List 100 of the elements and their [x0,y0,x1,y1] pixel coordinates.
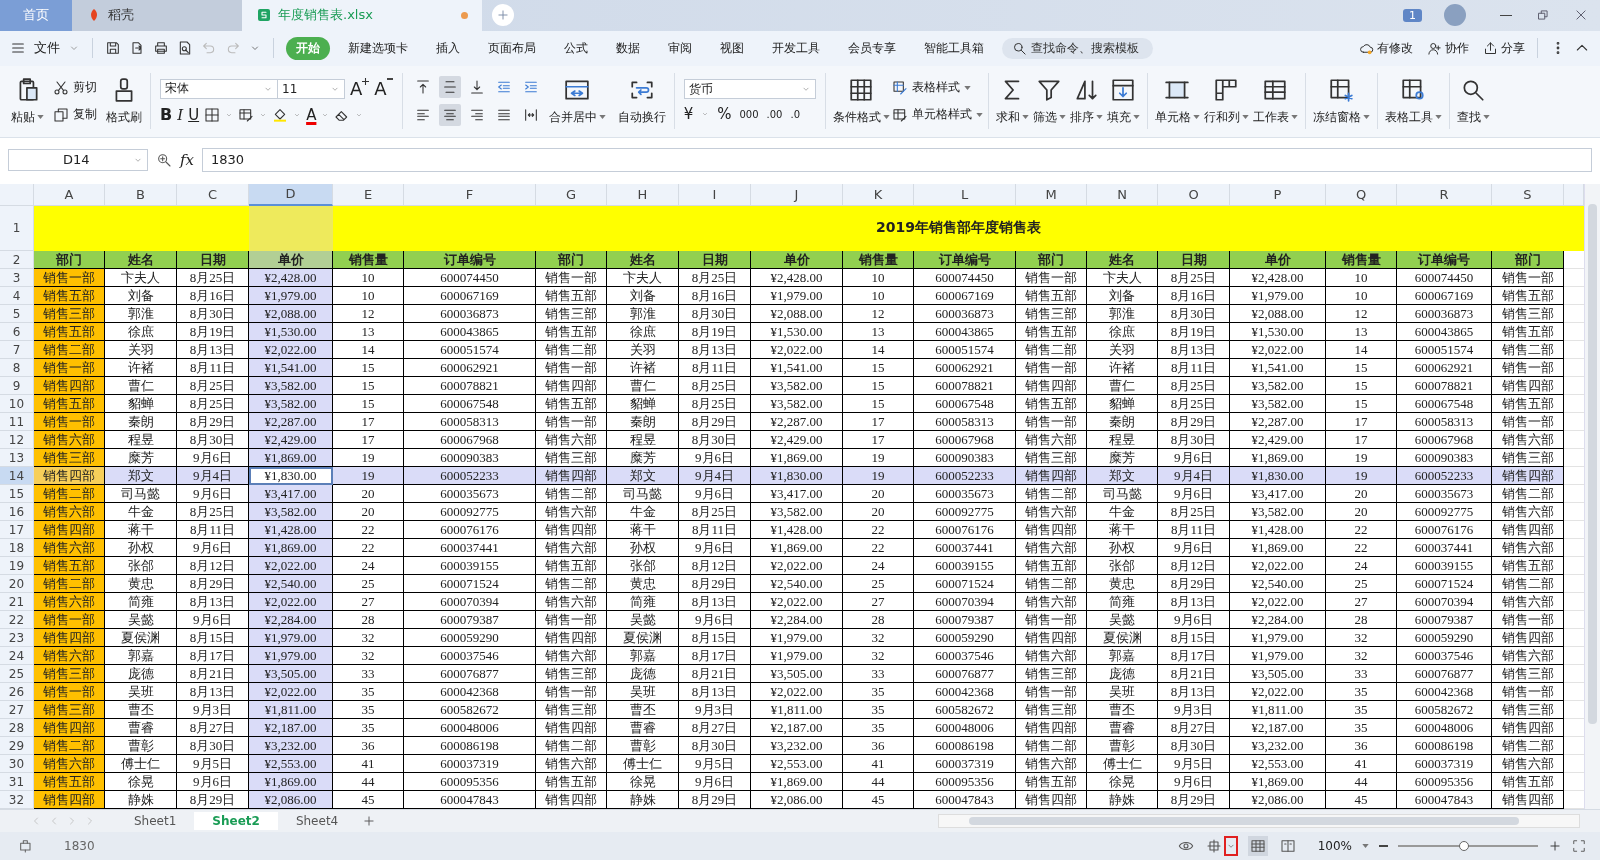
column-header[interactable]: D [249,183,333,206]
ribbon-button[interactable]: 筛选 [1030,76,1068,126]
ribbon-button[interactable]: 条件格式 [830,76,892,126]
row-header[interactable]: 10 [0,395,34,414]
column-header[interactable]: E [333,183,404,206]
format-painter-button[interactable]: 格式刷 [103,76,145,126]
merge-center-button[interactable]: 合并居中 [545,76,609,126]
row-header[interactable]: 27 [0,701,34,720]
menu-tab[interactable]: 页面布局 [478,36,546,60]
formula-field[interactable]: 1830 [202,147,1592,172]
menu-tab[interactable]: 公式 [554,36,598,60]
row-header[interactable]: 3 [0,269,34,288]
column-header[interactable]: O [1158,183,1230,206]
align-button[interactable] [438,76,461,99]
column-header[interactable]: H [607,183,679,206]
avatar[interactable] [1444,4,1466,27]
menu-tab[interactable]: 新建选项卡 [338,36,418,60]
row-header[interactable]: 19 [0,557,34,576]
column-header[interactable]: K [843,183,914,206]
row-header[interactable]: 20 [0,575,34,594]
column-header[interactable]: P [1230,183,1326,206]
ribbon-button[interactable]: 排序 [1067,76,1105,126]
zoom-level[interactable]: 100% [1317,839,1352,853]
notification-count[interactable]: 1 [1403,9,1422,22]
menu-tab[interactable]: 智能工具箱 [914,36,994,60]
zoom-slider-thumb[interactable] [1458,841,1469,851]
toolbar-action[interactable]: 分享 [1483,39,1525,57]
wrap-text-button[interactable]: 自动换行 [614,76,669,126]
row-header[interactable]: 26 [0,683,34,702]
shrink-font-button[interactable]: A [374,78,393,100]
menu-tab[interactable]: 会员专享 [838,36,906,60]
new-tab-button[interactable] [492,4,514,27]
number-format-field[interactable]: 货币 [683,79,816,100]
select-all-corner[interactable] [0,183,34,206]
column-header[interactable]: C [177,183,249,206]
row-header[interactable]: 1 [0,205,34,252]
menu-tab[interactable]: 数据 [606,36,650,60]
row-header[interactable]: 31 [0,773,34,792]
column-header[interactable]: B [105,183,177,206]
row-header[interactable]: 7 [0,341,34,360]
row-header[interactable]: 24 [0,647,34,666]
ribbon-button[interactable]: 表格工具 [1382,76,1444,126]
sheet-tab[interactable]: Sheet1 [116,812,195,831]
cut-button[interactable]: 剪切 [53,79,97,97]
menu-tab[interactable]: 插入 [426,36,470,60]
ribbon-button[interactable]: 表格样式 [891,79,983,97]
row-header[interactable]: 5 [0,305,34,324]
percent-button[interactable]: % [717,105,732,124]
row-header[interactable]: 14 [0,467,34,486]
row-header[interactable]: 18 [0,539,34,558]
font-color-button[interactable]: A [306,105,317,124]
function-button[interactable]: fx [180,150,194,169]
menu-tab[interactable]: 视图 [710,36,754,60]
ribbon-button[interactable]: 单元格样式 [891,106,983,124]
column-header[interactable]: L [914,183,1016,206]
column-header[interactable]: I [679,183,751,206]
align-button[interactable] [438,104,461,127]
row-header[interactable]: 16 [0,503,34,522]
currency-button[interactable]: ¥ [683,105,694,124]
ribbon-button[interactable]: 行和列 [1201,76,1251,126]
row-header[interactable]: 29 [0,737,34,756]
row-header[interactable]: 6 [0,323,34,342]
row-header[interactable]: 8 [0,359,34,378]
toolbar-action[interactable]: 有修改 [1359,39,1413,57]
column-header[interactable]: A [34,183,105,206]
column-header[interactable]: G [536,183,607,206]
row-header[interactable]: 21 [0,593,34,612]
row-header[interactable]: 32 [0,791,34,810]
ribbon-button[interactable]: 求和 [993,76,1031,126]
file-menu[interactable]: 文件 [34,39,60,58]
row-header[interactable]: 9 [0,377,34,396]
row-header[interactable]: 22 [0,611,34,630]
vertical-scrollbar[interactable] [1584,183,1600,810]
font-name-field[interactable]: 宋体 [160,78,278,99]
column-header[interactable]: Q [1326,183,1397,206]
row-header[interactable]: 25 [0,665,34,684]
sheet-tab[interactable]: Sheet4 [277,812,357,831]
column-header[interactable] [1564,183,1584,206]
column-header[interactable]: R [1397,183,1492,206]
add-decimal-button[interactable]: .00 [766,108,783,120]
column-header[interactable]: M [1016,183,1087,206]
column-header[interactable]: S [1492,183,1564,206]
italic-button[interactable]: I [177,105,184,124]
toolbar-action[interactable]: 协作 [1427,39,1469,57]
row-header[interactable]: 11 [0,413,34,432]
horizontal-scrollbar[interactable] [938,814,1580,829]
copy-button[interactable]: 复制 [53,106,97,124]
row-header[interactable]: 2 [0,251,34,270]
thousands-button[interactable]: 000 [739,108,759,120]
column-header[interactable]: N [1087,183,1158,206]
name-box[interactable]: D14 [8,148,148,171]
column-header[interactable]: J [751,183,843,206]
row-header[interactable]: 15 [0,485,34,504]
ribbon-button[interactable]: 查找 [1454,76,1492,126]
ribbon-button[interactable]: 填充 [1104,76,1142,126]
paste-button[interactable]: 粘贴 [8,76,47,126]
row-header[interactable]: 23 [0,629,34,648]
row-header[interactable]: 30 [0,755,34,774]
row-header[interactable]: 17 [0,521,34,540]
sheet-tab[interactable]: Sheet2 [194,812,278,831]
